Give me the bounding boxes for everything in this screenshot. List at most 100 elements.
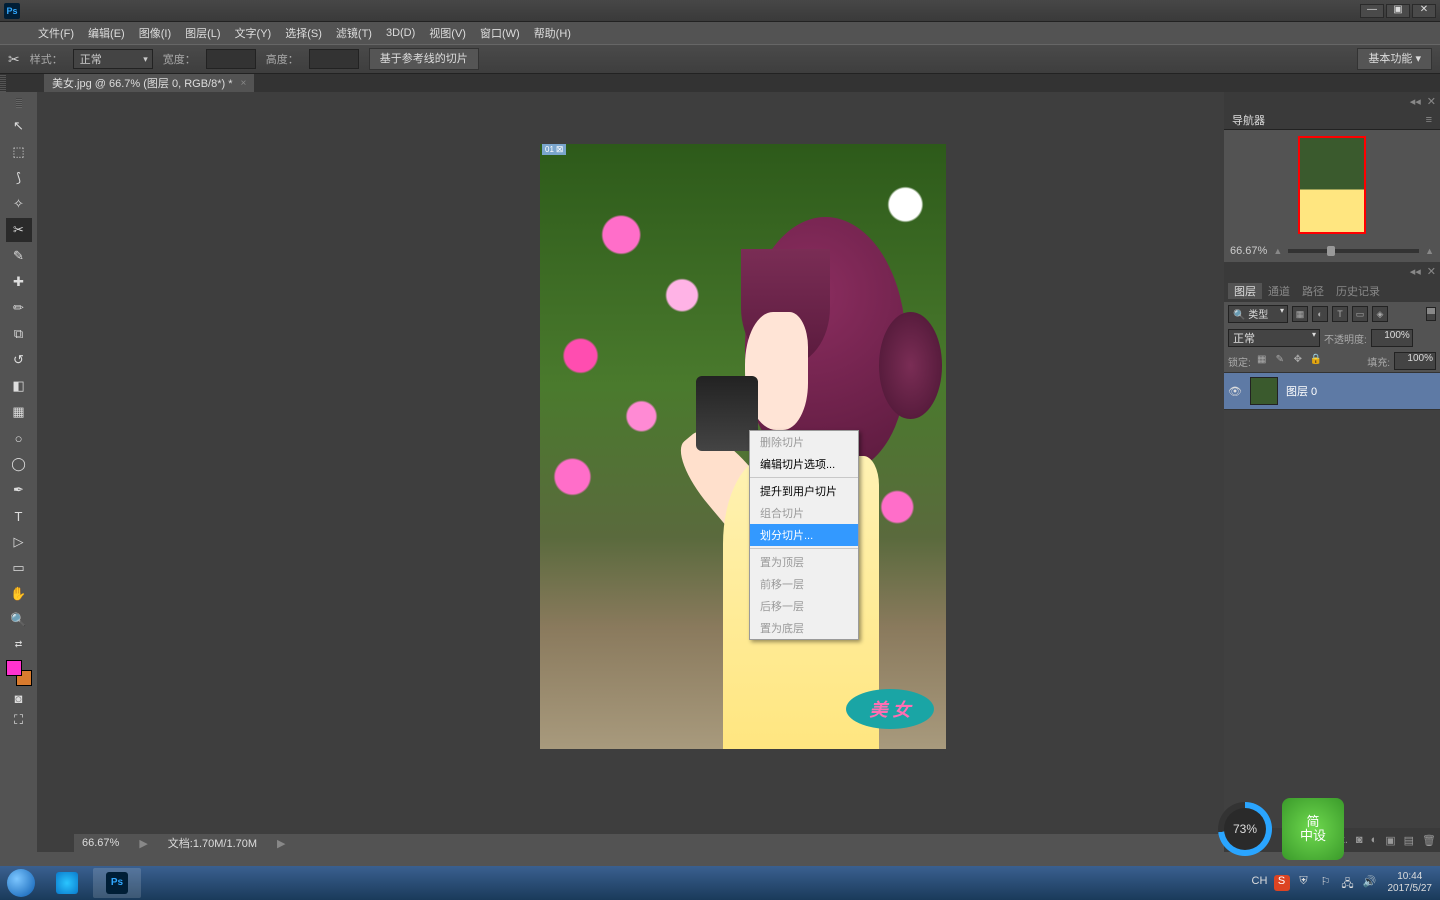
filter-type-icon[interactable]: T <box>1332 306 1348 322</box>
screenmode-icon[interactable]: ⛶ <box>6 710 32 730</box>
visibility-icon[interactable]: 👁 <box>1228 385 1242 398</box>
filter-pixel-icon[interactable]: ▦ <box>1292 306 1308 322</box>
height-input[interactable] <box>309 49 359 69</box>
navigator-thumbnail[interactable] <box>1298 136 1366 234</box>
group-icon[interactable]: ▣ <box>1385 834 1395 847</box>
lock-pixels-icon[interactable]: ✎ <box>1273 354 1287 368</box>
menu-select[interactable]: 选择(S) <box>285 25 322 41</box>
delete-layer-icon[interactable]: 🗑 <box>1422 834 1436 847</box>
menu-layer[interactable]: 图层(L) <box>185 25 220 41</box>
status-arrow2-icon[interactable]: ▶ <box>277 837 285 850</box>
slice-tool[interactable]: ✂ <box>6 218 32 242</box>
gradient-tool[interactable]: ▦ <box>6 400 32 424</box>
layer-row[interactable]: 👁 图层 0 <box>1224 372 1440 410</box>
menu-edit[interactable]: 编辑(E) <box>88 25 125 41</box>
doc-tab[interactable]: 美女.jpg @ 66.7% (图层 0, RGB/8*) * × <box>44 74 254 92</box>
doc-tab-close[interactable]: × <box>241 78 247 89</box>
menu-3d[interactable]: 3D(D) <box>386 27 415 39</box>
layer-name[interactable]: 图层 0 <box>1286 383 1317 399</box>
status-zoom[interactable]: 66.67% <box>82 837 119 849</box>
fill-input[interactable]: 100% <box>1394 352 1436 370</box>
start-button[interactable] <box>0 866 42 900</box>
zoom-out-icon[interactable]: ▲ <box>1273 246 1282 256</box>
tray-sogou-icon[interactable]: S <box>1274 875 1290 891</box>
marquee-tool[interactable]: ⬚ <box>6 140 32 164</box>
lasso-tool[interactable]: ⟆ <box>6 166 32 190</box>
filter-adjust-icon[interactable]: ◐ <box>1312 306 1328 322</box>
ctx-item[interactable]: 编辑切片选项... <box>750 453 858 475</box>
hand-tool[interactable]: ✋ <box>6 582 32 606</box>
layer-mask-icon[interactable]: ◙ <box>1356 834 1363 846</box>
tray-volume-icon[interactable]: 🔊 <box>1362 875 1378 891</box>
menu-view[interactable]: 视图(V) <box>429 25 466 41</box>
healing-brush-tool[interactable]: ✚ <box>6 270 32 294</box>
lock-transparent-icon[interactable]: ▦ <box>1255 354 1269 368</box>
zoom-tool[interactable]: 🔍 <box>6 608 32 632</box>
ctx-item[interactable]: 提升到用户切片 <box>750 480 858 502</box>
menu-image[interactable]: 图像(I) <box>139 25 171 41</box>
ime-indicator[interactable]: CH <box>1252 875 1268 891</box>
menu-type[interactable]: 文字(Y) <box>235 25 272 41</box>
adjustment-layer-icon[interactable]: ◐ <box>1371 834 1378 846</box>
panel-collapse-bar-2[interactable]: ◂◂ ✕ <box>1224 262 1440 280</box>
tray-shield-icon[interactable]: ⛨ <box>1296 875 1312 891</box>
layer-thumbnail[interactable] <box>1250 377 1278 405</box>
tray-network-icon[interactable]: 🖧 <box>1340 875 1356 891</box>
new-layer-icon[interactable]: ▤ <box>1404 834 1414 847</box>
close-panel-icon[interactable]: ✕ <box>1427 265 1436 278</box>
nav-zoom-slider[interactable] <box>1288 249 1419 253</box>
green-badge[interactable]: 简中设 <box>1282 798 1344 860</box>
lock-all-icon[interactable]: 🔒 <box>1309 354 1323 368</box>
width-input[interactable] <box>206 49 256 69</box>
tab-paths[interactable]: 路径 <box>1296 283 1330 299</box>
maximize-button[interactable]: ▣ <box>1386 4 1410 18</box>
magic-wand-tool[interactable]: ✧ <box>6 192 32 216</box>
taskbar-app-photoshop[interactable]: Ps <box>93 868 141 898</box>
foreground-color[interactable] <box>6 660 22 676</box>
swap-colors-icon[interactable]: ⇄ <box>6 634 32 654</box>
blend-mode-select[interactable]: 正常 <box>1228 329 1320 347</box>
clone-stamp-tool[interactable]: ⧉ <box>6 322 32 346</box>
pen-tool[interactable]: ✒ <box>6 478 32 502</box>
tab-channels[interactable]: 通道 <box>1262 283 1296 299</box>
menu-help[interactable]: 帮助(H) <box>534 25 571 41</box>
menu-filter[interactable]: 滤镜(T) <box>336 25 372 41</box>
blur-tool[interactable]: ○ <box>6 426 32 450</box>
menu-window[interactable]: 窗口(W) <box>480 25 520 41</box>
panel-collapse-bar[interactable]: ◂◂✕ <box>1224 92 1440 110</box>
taskbar-app-1[interactable] <box>43 868 91 898</box>
tab-history[interactable]: 历史记录 <box>1330 283 1386 299</box>
progress-widget[interactable]: 73% <box>1218 802 1272 856</box>
navigator-panel-title[interactable]: 导航器≡ <box>1224 110 1440 130</box>
brush-tool[interactable]: ✏ <box>6 296 32 320</box>
canvas-area[interactable]: 美 女 01 删除切片编辑切片选项...提升到用户切片组合切片划分切片...置为… <box>37 92 1224 852</box>
opacity-input[interactable]: 100% <box>1371 329 1413 347</box>
dodge-tool[interactable]: ◯ <box>6 452 32 476</box>
filter-toggle[interactable] <box>1426 307 1436 321</box>
quickmask-icon[interactable]: ◙ <box>6 688 32 708</box>
taskbar-clock[interactable]: 10:442017/5/27 <box>1384 871 1437 895</box>
tab-layers[interactable]: 图层 <box>1228 283 1262 299</box>
move-tool[interactable]: ↖ <box>6 114 32 138</box>
lock-position-icon[interactable]: ✥ <box>1291 354 1305 368</box>
eyedropper-tool[interactable]: ✎ <box>6 244 32 268</box>
close-button[interactable]: ✕ <box>1412 4 1436 18</box>
shape-tool[interactable]: ▭ <box>6 556 32 580</box>
collapse-icon[interactable]: ◂◂ <box>1410 265 1421 278</box>
close-panel-icon[interactable]: ✕ <box>1427 95 1436 108</box>
workspace-select[interactable]: 基本功能 ▾ <box>1357 48 1432 70</box>
color-swatches[interactable] <box>6 660 32 686</box>
minimize-button[interactable]: — <box>1360 4 1384 18</box>
zoom-in-icon[interactable]: ▲ <box>1425 246 1434 256</box>
status-arrow-icon[interactable]: ▶ <box>139 837 147 850</box>
menu-file[interactable]: 文件(F) <box>38 25 74 41</box>
filter-type-select[interactable]: 🔍 类型 <box>1228 305 1288 323</box>
tray-flag-icon[interactable]: ⚐ <box>1318 875 1334 891</box>
history-brush-tool[interactable]: ↺ <box>6 348 32 372</box>
eraser-tool[interactable]: ◧ <box>6 374 32 398</box>
style-select[interactable]: 正常 <box>73 49 153 69</box>
ctx-item[interactable]: 划分切片... <box>750 524 858 546</box>
path-select-tool[interactable]: ▷ <box>6 530 32 554</box>
slice-from-guides-button[interactable]: 基于参考线的切片 <box>369 48 479 70</box>
type-tool[interactable]: T <box>6 504 32 528</box>
